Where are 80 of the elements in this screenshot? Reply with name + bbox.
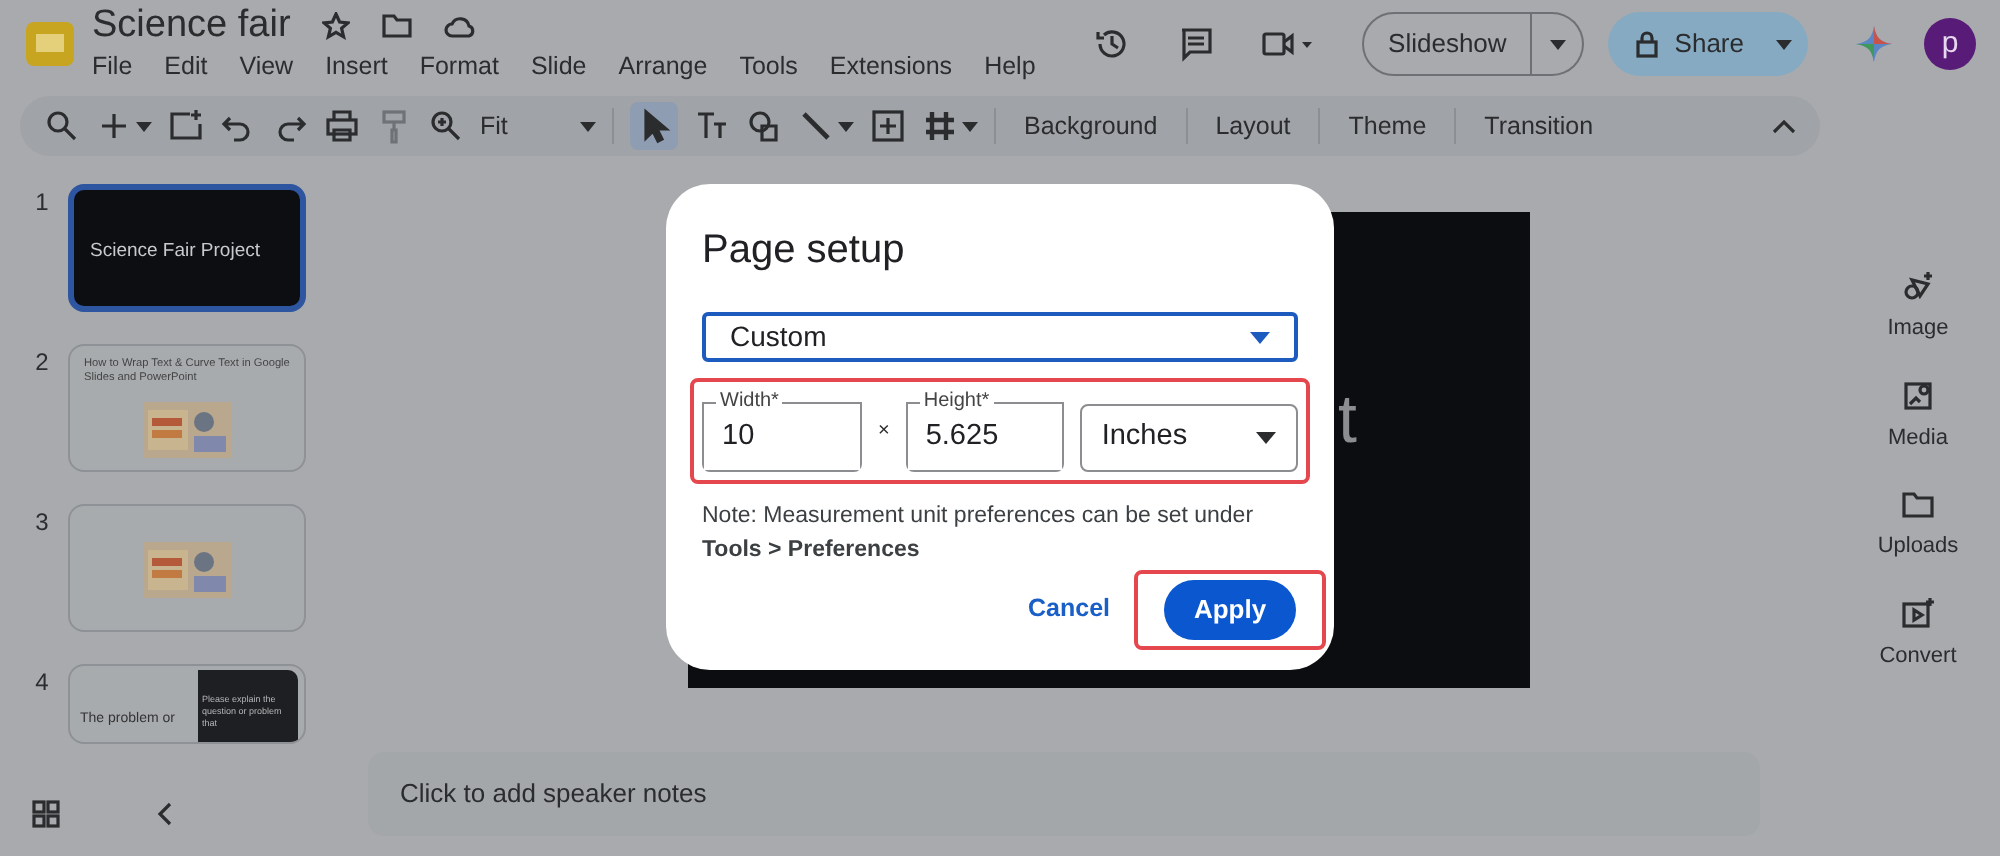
grid-view-icon[interactable]: [32, 799, 60, 828]
toolbar-button[interactable]: Layout: [1203, 107, 1303, 145]
zoom-icon[interactable]: [428, 108, 464, 144]
menu-item[interactable]: Arrange: [618, 47, 708, 85]
cancel-button[interactable]: Cancel: [1028, 590, 1110, 628]
line-icon[interactable]: [798, 108, 834, 144]
text-box-icon[interactable]: [694, 108, 730, 144]
toolbar-button[interactable]: Background: [1012, 107, 1170, 145]
caret-icon: [580, 121, 596, 131]
star-icon[interactable]: [322, 11, 351, 40]
slideshow-options-button[interactable]: [1532, 12, 1585, 76]
share-button[interactable]: Share: [1608, 12, 1760, 76]
toolbar-button[interactable]: Theme: [1336, 107, 1439, 145]
folder-icon[interactable]: [382, 12, 413, 39]
slide-thumbnail[interactable]: Science Fair Project: [68, 184, 306, 312]
search-icon[interactable]: [44, 108, 80, 144]
plus-icon[interactable]: [96, 108, 132, 144]
times-sign: ×: [878, 418, 890, 446]
avatar[interactable]: p: [1924, 18, 1976, 70]
shapes-icon[interactable]: [746, 108, 782, 144]
collapse-panel-icon[interactable]: [156, 801, 172, 826]
hash-icon[interactable]: [922, 108, 958, 144]
folder-icon: [1900, 486, 1936, 522]
menu-item[interactable]: Format: [419, 47, 499, 85]
field-label: Height*: [919, 390, 994, 414]
speaker-notes-field[interactable]: Click to add speaker notes: [368, 752, 1760, 836]
caret-icon[interactable]: [962, 121, 978, 131]
caret-icon[interactable]: [136, 121, 152, 131]
new-slide-icon[interactable]: [168, 108, 204, 144]
collapse-icon[interactable]: [1772, 118, 1796, 134]
side-panel-button[interactable]: Convert: [1868, 595, 1968, 672]
comment-icon[interactable]: [1178, 26, 1215, 62]
slide-title: Science Fair Project: [90, 238, 261, 266]
document-title[interactable]: Science fair: [92, 3, 291, 48]
slide-number: 2: [33, 346, 51, 380]
caret-icon: [1549, 40, 1566, 51]
dialog-title: Page setup: [702, 226, 907, 276]
caret-icon: [1776, 40, 1792, 51]
add-box-icon[interactable]: [870, 108, 906, 144]
history-icon[interactable]: [1094, 26, 1131, 62]
toolbar-button[interactable]: Transition: [1472, 107, 1606, 145]
menu-item[interactable]: Help: [984, 47, 1036, 85]
lock-icon: [1636, 30, 1659, 58]
slides-logo-icon: [24, 18, 76, 70]
menu-item[interactable]: Extensions: [829, 47, 953, 85]
side-panel-button[interactable]: Image: [1868, 268, 1968, 345]
slideshow-button[interactable]: Slideshow: [1362, 12, 1533, 76]
cloud-icon[interactable]: [444, 13, 477, 38]
note-text: Note: Measurement unit preferences can be set under: [702, 502, 1256, 532]
slide-number: 3: [33, 506, 51, 540]
height-field[interactable]: Height* 5.625: [905, 390, 1064, 472]
slide-panel: [198, 670, 298, 742]
width-field[interactable]: Width* 10: [702, 390, 862, 472]
print-icon[interactable]: [324, 108, 360, 144]
preferences-path: Tools > Preferences: [702, 536, 922, 567]
pointer-tool-button[interactable]: [630, 102, 678, 150]
video-camera-icon[interactable]: [1262, 28, 1315, 60]
image-icon: [1900, 268, 1936, 304]
menu-item[interactable]: View: [239, 47, 294, 85]
slide-number: 4: [33, 666, 51, 700]
slide-thumbnail[interactable]: [68, 504, 306, 632]
side-panel-button[interactable]: Media: [1868, 377, 1968, 454]
page-size-select[interactable]: Custom: [702, 312, 1298, 362]
unit-select[interactable]: Inches: [1079, 403, 1298, 471]
slide-number: 1: [33, 186, 51, 220]
menu-item[interactable]: Tools: [739, 47, 798, 85]
menu-item[interactable]: File: [92, 47, 133, 85]
side-panel-button[interactable]: Uploads: [1868, 486, 1968, 563]
menu-item[interactable]: Insert: [325, 47, 388, 85]
zoom-select[interactable]: Fit: [480, 107, 596, 145]
menu-item[interactable]: Slide: [530, 47, 587, 85]
slide-title: t: [1338, 379, 1357, 461]
media-icon: [1900, 377, 1936, 413]
apply-button[interactable]: Apply: [1164, 579, 1296, 639]
caret-icon: [1250, 331, 1270, 343]
caret-icon: [1256, 431, 1276, 443]
caret-icon[interactable]: [838, 121, 854, 131]
share-options-button[interactable]: [1760, 12, 1808, 76]
menu-item[interactable]: Edit: [164, 47, 208, 85]
video-add-icon: [1900, 595, 1936, 631]
